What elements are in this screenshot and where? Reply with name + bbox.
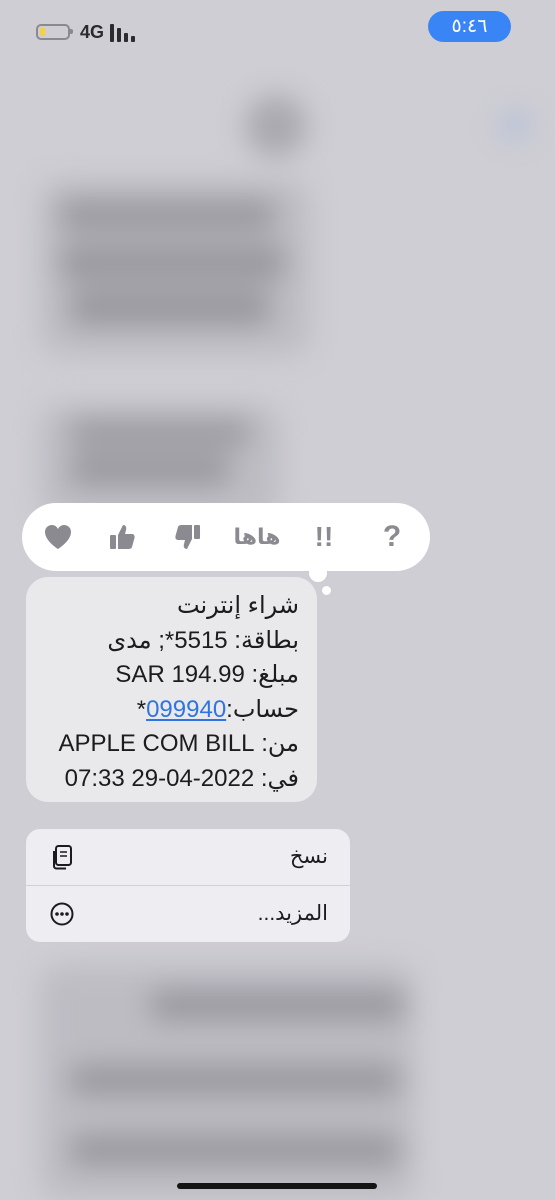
copy-label: نسخ [289,845,328,868]
network-type: 4G [80,22,105,42]
signal-strength-icon [110,22,140,42]
copy-icon [53,845,72,870]
heart-icon[interactable] [38,517,78,557]
context-menu: نسخ المزيد... [26,829,350,942]
thumbs-up-icon[interactable] [102,517,142,557]
thumbs-down-icon[interactable] [168,517,208,557]
message-line-card: بطاقة: 5515*; مدى [107,626,299,654]
status-time[interactable]: ٥:٤٦ [428,11,511,42]
message-bubble[interactable]: شراء إنترنت بطاقة: 5515*; مدى مبلغ: SAR … [26,577,317,802]
message-line-purchase: شراء إنترنت [176,592,299,619]
account-number-link[interactable]: 099940 [146,696,226,723]
tapback-reaction-bar: هاها !! ? [22,503,430,571]
message-line-datetime: في: 2022-04-29 07:33 [64,764,299,792]
status-bar: 4G ٥:٤٦ [0,0,555,64]
account-label: حساب: [226,695,299,723]
more-label: المزيد... [257,902,328,925]
haha-icon[interactable]: هاها [232,517,282,557]
home-indicator[interactable] [177,1183,377,1189]
message-line-amount: مبلغ: SAR 194.99 [115,661,299,689]
copy-menu-item[interactable]: نسخ [26,829,350,886]
reaction-bar-tail [309,564,327,582]
reaction-bar-tail-dot [322,586,331,595]
question-icon[interactable]: ? [372,517,412,557]
more-icon [50,902,74,926]
more-menu-item[interactable]: المزيد... [26,886,350,942]
account-suffix: * [136,695,147,723]
battery-icon [36,24,70,40]
exclamation-icon[interactable]: !! [304,517,344,557]
message-line-merchant: من: APPLE COM BILL [58,730,299,758]
message-line-account: حساب:099940* [26,693,299,728]
